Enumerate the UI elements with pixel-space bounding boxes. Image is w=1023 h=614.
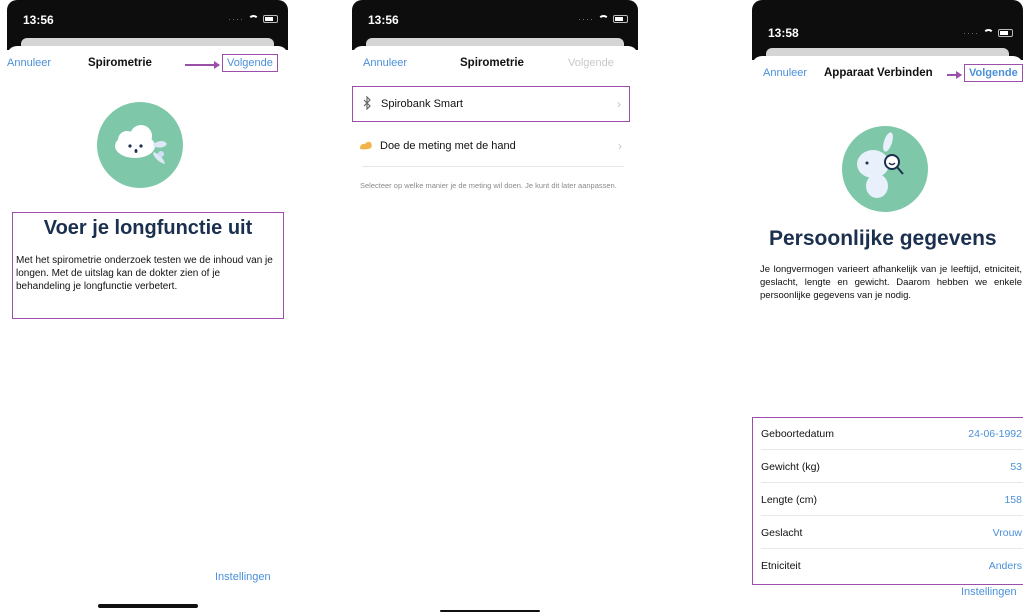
option-spirobank[interactable]: Spirobank Smart › — [352, 86, 630, 122]
personal-data-table: Geboortedatum 24-06-1992 Gewicht (kg) 53… — [752, 417, 1023, 585]
page-heading: Persoonlijke gegevens — [769, 227, 997, 250]
nav-bar: Annuleer Spirometrie Volgende — [352, 46, 638, 82]
option-manual[interactable]: Doe de meting met de hand › — [352, 128, 630, 164]
cancel-button[interactable]: Annuleer — [363, 57, 407, 69]
illustration-circle — [97, 102, 183, 188]
next-button[interactable]: Volgende — [222, 54, 278, 72]
screen-measurement-method: 13:56 ···· Annuleer Spirometrie Volgende… — [352, 0, 638, 614]
battery-icon — [613, 15, 628, 23]
field-label: Lengte (cm) — [761, 493, 818, 506]
status-time: 13:58 — [768, 26, 799, 40]
cancel-button[interactable]: Annuleer — [763, 67, 807, 79]
wifi-icon — [248, 14, 259, 24]
annotation-arrow — [185, 61, 220, 68]
bunny-magnifier-icon — [857, 132, 904, 198]
details-text: Je longvermogen varieert afhankelijk van… — [760, 264, 1022, 301]
battery-icon — [263, 15, 278, 23]
status-indicators: ···· — [228, 14, 278, 24]
nav-title: Spirometrie — [88, 57, 152, 69]
field-value: 158 — [1004, 493, 1022, 506]
status-time: 13:56 — [368, 13, 399, 27]
field-row-height[interactable]: Lengte (cm) 158 — [761, 484, 1023, 516]
screen-personal-details: 13:58 ···· Annuleer Apparaat Verbinden V… — [752, 0, 1023, 614]
home-indicator — [440, 610, 540, 612]
bluetooth-icon — [353, 95, 381, 113]
nav-bar: Annuleer Spirometrie Volgende — [7, 46, 288, 82]
arm-icon — [352, 139, 380, 154]
option-label: Doe de meting met de hand — [380, 140, 516, 152]
settings-link[interactable]: Instellingen — [215, 571, 271, 583]
field-value: 24-06-1992 — [968, 427, 1022, 440]
field-value: 53 — [1010, 460, 1022, 473]
page-heading: Voer je longfunctie uit — [43, 217, 253, 239]
next-button[interactable]: Volgende — [964, 64, 1023, 82]
field-row-gender[interactable]: Geslacht Vrouw — [761, 517, 1023, 549]
field-label: Etniciteit — [761, 560, 801, 572]
chevron-right-icon: › — [618, 139, 622, 153]
nav-title: Spirometrie — [460, 57, 524, 69]
field-row-birthdate[interactable]: Geboortedatum 24-06-1992 — [761, 418, 1023, 450]
option-label: Spirobank Smart — [381, 98, 463, 110]
divider — [362, 166, 624, 167]
wifi-icon — [983, 28, 994, 38]
field-value: Anders — [988, 560, 1022, 572]
illustration-circle — [842, 126, 928, 212]
signal-icon: ···· — [228, 14, 244, 24]
status-time: 13:56 — [23, 13, 54, 27]
field-label: Gewicht (kg) — [761, 460, 820, 473]
field-value: Vrouw — [992, 526, 1022, 539]
field-label: Geboortedatum — [761, 427, 834, 440]
signal-icon: ···· — [963, 28, 979, 38]
field-row-ethnicity[interactable]: Etniciteit Anders — [761, 550, 1023, 582]
next-button[interactable]: Volgende — [568, 57, 614, 69]
cloud-blowing-icon — [115, 125, 167, 164]
cancel-button[interactable]: Annuleer — [7, 57, 51, 69]
signal-icon: ···· — [578, 14, 594, 24]
wifi-icon — [598, 14, 609, 24]
intro-highlight-box: Voer je longfunctie uit Met het spiromet… — [12, 212, 284, 319]
status-indicators: ···· — [963, 28, 1013, 38]
settings-link[interactable]: Instellingen — [961, 586, 1017, 598]
field-row-weight[interactable]: Gewicht (kg) 53 — [761, 451, 1023, 483]
status-indicators: ···· — [578, 14, 628, 24]
screen-spirometrie-intro: 13:56 ···· Annuleer Spirometrie Volgende… — [7, 0, 288, 614]
chevron-right-icon: › — [617, 97, 621, 111]
annotation-arrow — [947, 71, 962, 78]
nav-bar: Annuleer Apparaat Verbinden Volgende — [752, 56, 1023, 92]
intro-text: Met het spirometrie onderzoek testen we … — [16, 255, 273, 292]
nav-title: Apparaat Verbinden — [824, 67, 933, 79]
home-indicator — [98, 604, 198, 608]
selection-hint: Selecteer op welke manier je de meting w… — [360, 181, 617, 190]
field-label: Geslacht — [761, 526, 803, 539]
battery-icon — [998, 29, 1013, 37]
